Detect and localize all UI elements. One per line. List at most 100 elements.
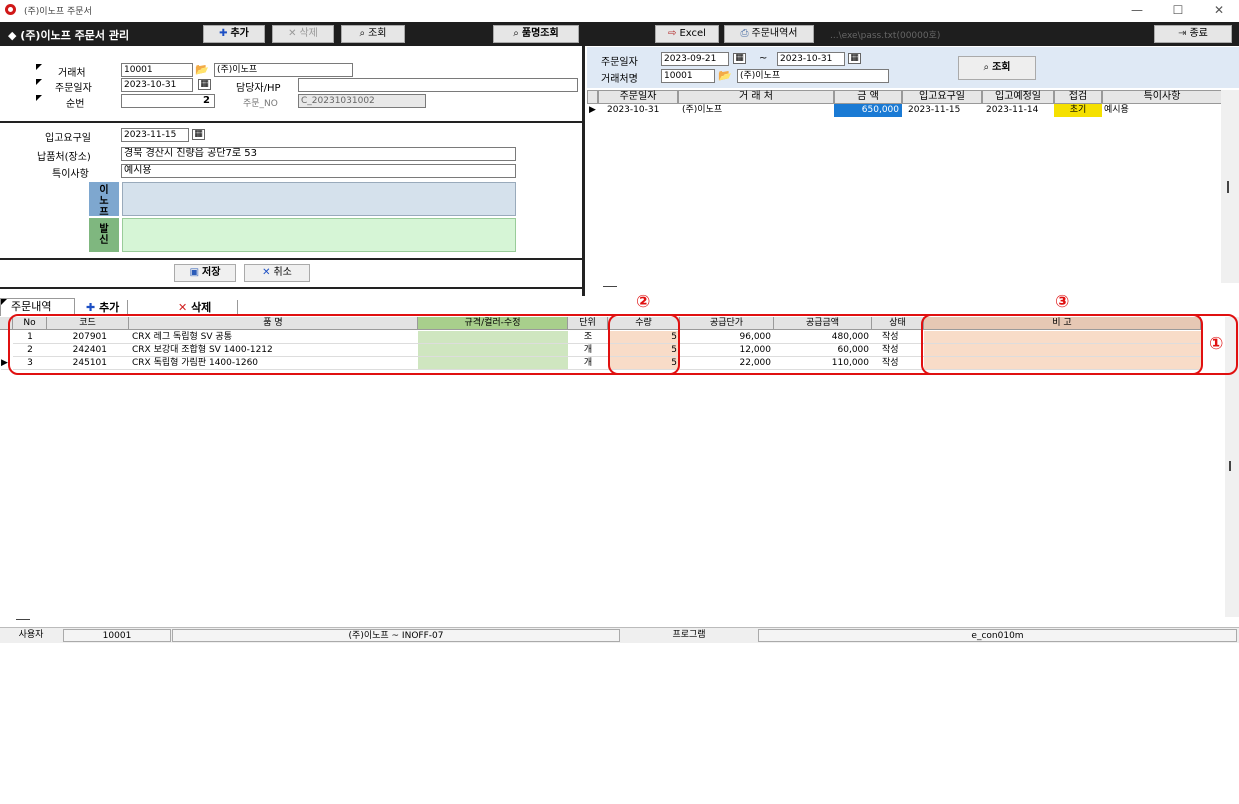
cell-amount: 650,000 [834,104,902,117]
close-button[interactable]: ✕ [1199,1,1239,19]
request-date-label: 입고요구일 [45,133,91,144]
x-icon: ✕ [262,267,271,278]
search-client-name-input[interactable]: (주)이노프 [737,69,889,83]
cell-client: (주)이노프 [682,105,723,115]
cell-order-date: 2023-10-31 [607,105,660,115]
save-button[interactable]: ▣ 저장 [174,264,236,282]
required-marker-icon [36,79,42,85]
date-to-input[interactable]: 2023-10-31 [777,52,845,66]
cell-request-date: 2023-11-15 [908,105,961,115]
save-icon: ▣ [189,267,200,278]
x-icon: ✕ [288,28,297,39]
inof-memo-textarea[interactable] [122,182,516,216]
folder-icon[interactable]: 📂 [718,69,732,82]
send-memo-textarea[interactable] [122,218,516,252]
date-range-tilde: ~ [759,53,768,64]
table-row[interactable]: ▶ 2023-10-31 (주)이노프 650,000 2023-11-15 2… [587,104,1222,117]
seq-label: 순번 [66,99,85,110]
exit-button[interactable]: ⇥ 종료 [1154,25,1232,43]
callout-number-1: ① [1209,334,1224,354]
tab-marker-icon [1,299,7,305]
search-icon: ⌕ [513,28,519,39]
row-indicator-header [587,90,598,104]
status-program-label: 프로그램 [672,630,706,640]
order-no-input: C_20231031002 [298,94,426,108]
search-client-label: 거래처명 [601,74,638,85]
manager-input[interactable] [298,78,578,92]
required-marker-icon [36,95,42,101]
calendar-icon[interactable]: ▦ [192,129,205,140]
callout-box-2 [608,314,680,375]
exit-icon: ⇥ [1178,28,1187,39]
calendar-icon[interactable]: ▦ [198,79,211,90]
client-name-input[interactable]: (주)이노프 [214,63,353,77]
divider [0,258,582,260]
search-date-label: 주문일자 [601,57,638,68]
seq-input[interactable]: 2 [121,94,215,108]
col-header-amount[interactable]: 금 액 [834,90,902,104]
order-no-label: 주문_NO [243,99,278,109]
manager-label: 담당자/HP [236,83,281,94]
folder-icon[interactable]: 📂 [195,63,209,76]
note-input[interactable]: 예시용 [121,164,516,178]
col-header-expected-date[interactable]: 입고예정일 [982,90,1054,104]
calendar-icon[interactable]: ▦ [733,53,746,64]
scrollbar-thumb[interactable] [1229,461,1231,471]
cancel-button[interactable]: ✕ 취소 [244,264,310,282]
col-header-status[interactable]: 접검 [1054,90,1102,104]
divider [0,121,582,123]
client-code-input[interactable]: 10001 [121,63,193,77]
maximize-button[interactable]: ☐ [1158,1,1198,19]
plus-icon: ✚ [86,301,96,314]
cell-expected-date: 2023-11-14 [986,105,1039,115]
cell-note: 예시용 [1104,105,1129,115]
delivery-input[interactable]: 경북 경산시 진량읍 공단7로 53 [121,147,516,161]
search-area: 주문일자 2023-09-21 ▦ ~ 2023-10-31 ▦ 거래처명 10… [587,47,1239,88]
list-search-button[interactable]: ⌕ 조회 [958,56,1036,80]
required-marker-icon [36,64,42,70]
search-icon: ⌕ [359,28,366,39]
client-label: 거래처 [58,68,86,79]
order-date-label: 주문일자 [55,83,92,94]
search-client-code-input[interactable]: 10001 [661,69,715,83]
send-label: 발신 [89,218,119,252]
search-button[interactable]: ⌕ 조회 [341,25,405,43]
order-history-button[interactable]: ⎙ 주문내역서 [724,25,814,43]
note-label: 특이사항 [52,169,89,180]
item-search-button[interactable]: ⌕ 품명조회 [493,25,579,43]
calendar-icon[interactable]: ▦ [848,53,861,64]
callout-number-3: ③ [1055,292,1070,312]
delivery-label: 납품처(장소) [37,152,91,163]
cell-status: 초기 [1054,104,1102,117]
status-company: (주)이노프 ~ INOFF-07 [172,629,620,642]
date-from-input[interactable]: 2023-09-21 [661,52,729,66]
config-path: ...\exe\pass.txt(00000호) [830,31,941,41]
window-title: (주)이노프 주문서 [24,7,92,17]
export-icon: ⇨ [668,28,677,39]
col-header-request-date[interactable]: 입고요구일 [902,90,982,104]
printer-icon: ⎙ [740,28,749,39]
resize-handle[interactable] [603,286,617,287]
order-date-input[interactable]: 2023-10-31 [121,78,193,92]
resize-handle[interactable] [16,619,30,620]
x-icon: ✕ [178,301,188,314]
status-program-id: e_con010m [758,629,1237,642]
scrollbar-thumb[interactable] [1227,181,1229,193]
excel-button[interactable]: ⇨ Excel [655,25,719,43]
app-title: ◆ (주)이노프 주문서 관리 [8,29,130,42]
delete-button[interactable]: ✕ 삭제 [272,25,334,43]
add-button[interactable]: ✚ 추가 [203,25,265,43]
minimize-button[interactable]: — [1117,1,1157,19]
splitter[interactable] [582,46,585,296]
window-titlebar: (주)이노프 주문서 — ☐ ✕ [0,0,1239,20]
order-form: 거래처 10001 📂 (주)이노프 주문일자 2023-10-31 ▦ 담당자… [0,46,582,292]
app-logo-icon [5,4,16,15]
divider [0,287,582,289]
vertical-scrollbar[interactable] [1221,90,1239,283]
col-header-order-date[interactable]: 주문일자 [598,90,678,104]
request-date-input[interactable]: 2023-11-15 [121,128,189,142]
main-toolbar: ◆ (주)이노프 주문서 관리 ✚ 추가 ✕ 삭제 ⌕ 조회 ⌕ 품명조회 ⇨ Excel… [0,22,1239,46]
callout-box-3 [921,314,1203,375]
col-header-client[interactable]: 거 래 처 [678,90,834,104]
col-header-note[interactable]: 특이사항 [1102,90,1222,104]
